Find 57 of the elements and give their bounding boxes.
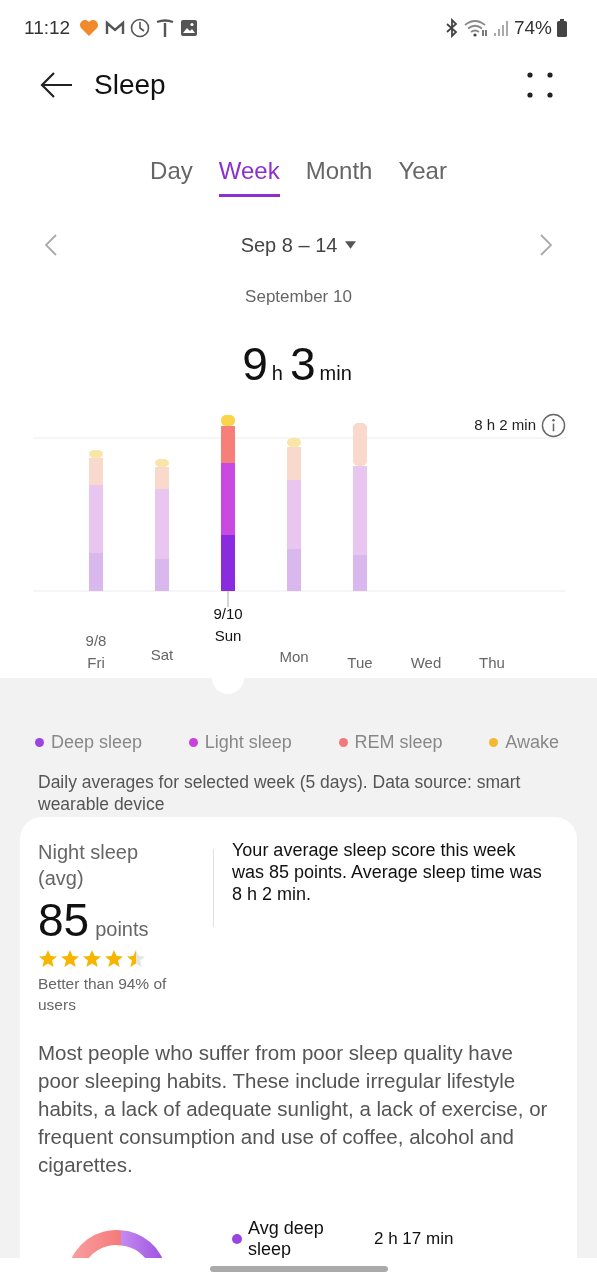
heart-icon [78,18,101,37]
star-icon [38,949,58,969]
star-icon [126,949,146,969]
page-title: Sleep [94,69,166,101]
mail-icon [105,18,126,37]
day-date: 9/10 [213,605,243,623]
weekday-label[interactable]: Sat [150,646,174,664]
hours-unit: h [271,362,283,385]
previous-icon[interactable] [45,234,57,256]
battery-icon [557,18,567,37]
period-tab[interactable]: Month [305,155,373,197]
score-unit: points [95,918,149,941]
total-minutes: 3 [289,337,316,391]
weekday-label[interactable]: Sun [214,627,242,645]
minutes-unit: min [319,362,352,385]
star-icon [60,949,80,969]
legend-label: REM sleep [354,732,443,753]
breakdown-label: Avg deep sleep [248,1218,325,1258]
star-icon [82,949,102,969]
selected-date: September 10 [244,287,353,307]
summary-text: Your average sleep score this week was 85 points. Average sleep time was 8 h 2 min. [232,839,543,906]
period-tab[interactable]: Day [150,155,193,197]
wifi-icon [463,18,488,37]
period-tab[interactable]: Year [398,155,447,197]
average-label: 8 h 2 min [474,416,536,433]
legend-label: Awake [505,732,559,753]
bluetooth-icon [444,17,459,38]
comparison-text: Better than 94% of users [38,974,168,1015]
weekday-label[interactable]: Tue [347,654,373,672]
battery-percentage: 74% [513,16,552,39]
weekday-label[interactable]: Wed [410,654,442,672]
info-icon[interactable] [541,413,566,438]
period-tab[interactable]: Week [218,155,280,197]
status-time: 11:12 [24,16,71,39]
next-icon[interactable] [540,234,552,256]
signal-icon [492,18,509,37]
breakdown-value: 2 h 17 min [374,1229,454,1249]
date-range-dropdown[interactable]: Sep 8 – 14 [240,233,357,257]
summary-title: Night sleep (avg) [38,840,140,891]
weekday-label[interactable]: Thu [479,654,505,672]
legend-label: Light sleep [204,732,292,753]
back-icon[interactable] [40,71,74,99]
day-date: 9/8 [85,632,107,650]
legend-label: Deep sleep [51,732,143,753]
sleep-tip: Most people who suffer from poor sleep quality have poor sleeping habits. These include irregular lifestyle habits, a lack of adequate sunlight, a lack of exercise, or frequent consumption and use of coffee, alcohol and cigarettes. [38,1040,548,1178]
sleep-bar[interactable] [221,415,235,591]
star-icon [104,949,124,969]
data-source-note: Daily averages for selected week (5 days). Data source: smart wearable device [38,771,522,815]
t-logo-icon [155,17,176,38]
weekday-label[interactable]: Fri [87,654,105,672]
clock-icon [130,17,151,38]
sleep-score: 85 [38,893,90,947]
total-hours: 9 [242,337,268,391]
more-icon[interactable] [527,72,553,98]
caret-icon [345,241,357,249]
image-icon [180,18,199,37]
weekday-label[interactable]: Mon [279,648,309,666]
